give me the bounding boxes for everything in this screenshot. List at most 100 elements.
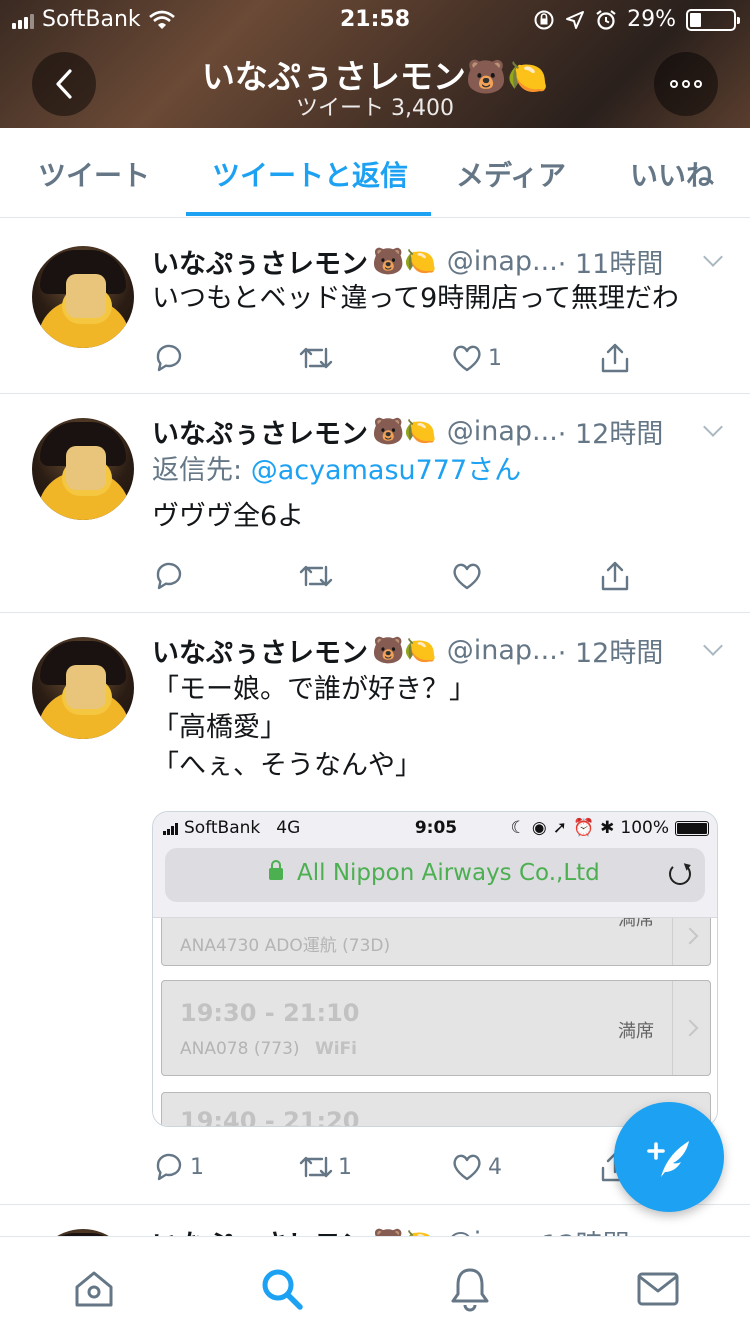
tweet-text: いつもとベッド違って9時開店って無理だわ — [152, 283, 679, 314]
flight-list: ANA4730 ADO運航 (73D) 満席 19:30 - 21:10 ANA… — [153, 906, 717, 1127]
retweet-icon — [299, 565, 333, 587]
reply-icon — [156, 562, 182, 590]
wifi-label: WiFi — [314, 1039, 357, 1059]
nav-notifications[interactable] — [446, 1265, 494, 1313]
tweet-author-emoji: 🐻🍋 — [372, 635, 437, 666]
avatar[interactable] — [32, 418, 134, 520]
share-button[interactable] — [598, 338, 632, 378]
search-icon — [262, 1269, 303, 1310]
tweet-text: ヴヴヴ全6よ — [152, 501, 305, 532]
reply-button[interactable] — [152, 338, 190, 378]
seat-status: 満席 — [618, 1021, 654, 1042]
tweet-handle: @inap... — [446, 246, 558, 277]
nav-messages[interactable] — [634, 1265, 682, 1313]
battery-icon — [675, 820, 709, 836]
retweet-button[interactable] — [298, 338, 338, 378]
tweet-header: いなぷぅさレモン 🐻🍋 @inap... · 12時間 — [152, 631, 663, 670]
tweet-time: · 12時間 — [557, 419, 664, 450]
chevron-down-icon[interactable] — [703, 417, 723, 437]
reply-button[interactable] — [152, 556, 190, 596]
flight-time: 19:40 - 21:20 — [180, 1107, 360, 1127]
chevron-right-icon — [672, 981, 710, 1075]
like-button[interactable] — [450, 556, 488, 596]
retweet-button[interactable]: 1 — [298, 1147, 352, 1187]
tweet-actions — [152, 556, 652, 596]
share-icon — [601, 343, 629, 373]
lock-icon — [269, 860, 283, 880]
tweet-time: · 11時間 — [557, 249, 664, 280]
chevron-down-icon[interactable] — [703, 636, 723, 656]
more-button[interactable] — [654, 52, 718, 116]
tweet-author-name[interactable]: いなぷぅさレモン — [152, 412, 368, 451]
flight-info: ANA078 (773) WiFi — [180, 1039, 357, 1059]
like-button[interactable]: 4 — [450, 1147, 502, 1187]
battery-icon — [686, 8, 740, 31]
alarm-icon: ⏰ — [572, 818, 595, 838]
share-button[interactable] — [598, 556, 632, 596]
heart-icon — [453, 563, 481, 590]
tweet-count: ツイート 3,400 — [296, 96, 454, 121]
heart-icon — [453, 1154, 481, 1181]
flight-number: ANA078 (773) — [180, 1039, 300, 1059]
compose-tweet-button[interactable] — [614, 1102, 724, 1212]
browser-chrome: SoftBank 4G 9:05 ☾ ◉ ➚ ⏰ ✱ 100% All Nipp… — [153, 812, 717, 918]
nav-home[interactable] — [70, 1265, 118, 1313]
flight-time: 19:30 - 21:10 — [180, 999, 360, 1027]
embedded-status-bar: SoftBank 4G 9:05 ☾ ◉ ➚ ⏰ ✱ 100% — [153, 812, 717, 844]
embedded-battery-percent: 100% — [620, 818, 669, 838]
url-bar: All Nippon Airways Co.,Ltd — [165, 848, 705, 902]
avatar[interactable] — [32, 246, 134, 348]
reply-icon — [156, 1153, 182, 1181]
envelope-icon — [637, 1272, 679, 1306]
tweet-item[interactable]: いなぷぅさレモン 🐻🍋 @inap... · 11時間 いつもとベッド違って9時… — [0, 226, 750, 394]
reply-button[interactable]: 1 — [152, 1147, 204, 1187]
url-text: All Nippon Airways Co.,Ltd — [297, 860, 600, 886]
tweet-item[interactable]: いなぷぅさレモン 🐻🍋 @inap... · 12時間 返信先: @acyama… — [0, 394, 750, 613]
retweet-icon — [299, 347, 333, 369]
like-button[interactable]: 1 — [450, 338, 502, 378]
battery-percent: 29% — [627, 7, 676, 32]
tweet-author-name[interactable]: いなぷぅさレモン — [152, 242, 368, 281]
home-icon — [75, 1271, 113, 1307]
flight-info: ANA4730 ADO運航 (73D) — [180, 936, 391, 956]
retweet-button[interactable] — [298, 556, 338, 596]
bottom-tab-bar — [0, 1236, 750, 1334]
share-icon — [601, 561, 629, 591]
tab-tweets[interactable]: ツイート — [38, 154, 150, 194]
like-count: 1 — [488, 345, 502, 371]
heart-icon — [453, 345, 481, 372]
reply-to-label: 返信先: — [152, 455, 251, 486]
active-tab-indicator — [186, 212, 431, 216]
reload-icon — [669, 863, 691, 885]
status-indicators: 29% — [533, 7, 740, 32]
tweet-handle: @inap... — [446, 416, 558, 447]
location-icon: ➚ — [552, 818, 567, 838]
tweet-author-name[interactable]: いなぷぅさレモン — [152, 631, 368, 670]
retweet-count: 1 — [338, 1154, 352, 1180]
status-bar: SoftBank 21:58 29% — [0, 0, 750, 40]
profile-header: SoftBank 21:58 29% いなぷぅさレモン🐻🍋 ツイート 3,400 — [0, 0, 750, 128]
tab-tweets-and-replies[interactable]: ツイートと返信 — [212, 154, 408, 194]
reply-count: 1 — [190, 1154, 204, 1180]
flight-card: 19:30 - 21:10 ANA078 (773) WiFi 満席 — [161, 980, 711, 1076]
tab-likes[interactable]: いいね — [630, 154, 714, 194]
like-count: 4 — [488, 1154, 502, 1180]
reply-to-user-link[interactable]: @acyamasu777さん — [251, 455, 521, 486]
tweet-author-emoji: 🐻🍋 — [372, 246, 437, 277]
tweet-text-line: 「高橋愛」 — [152, 712, 287, 743]
reply-icon — [156, 344, 182, 372]
avatar[interactable] — [32, 637, 134, 739]
tab-media[interactable]: メディア — [456, 154, 566, 194]
bluetooth-icon: ✱ — [600, 818, 615, 838]
retweet-icon — [299, 1156, 333, 1178]
bell-icon — [451, 1268, 489, 1312]
tweet-author-emoji: 🐻🍋 — [372, 416, 437, 447]
compose-tweet-icon — [647, 1141, 689, 1177]
location-icon — [566, 10, 585, 29]
tweet-actions: 1 — [152, 338, 652, 378]
chevron-down-icon[interactable] — [703, 247, 723, 267]
tweet-image[interactable]: ANA4730 ADO運航 (73D) 満席 19:30 - 21:10 ANA… — [152, 811, 718, 1127]
nav-search[interactable] — [258, 1265, 306, 1313]
alarm-icon — [596, 9, 616, 30]
tweet-text-line: 「へぇ、そうなんや」 — [152, 750, 422, 781]
